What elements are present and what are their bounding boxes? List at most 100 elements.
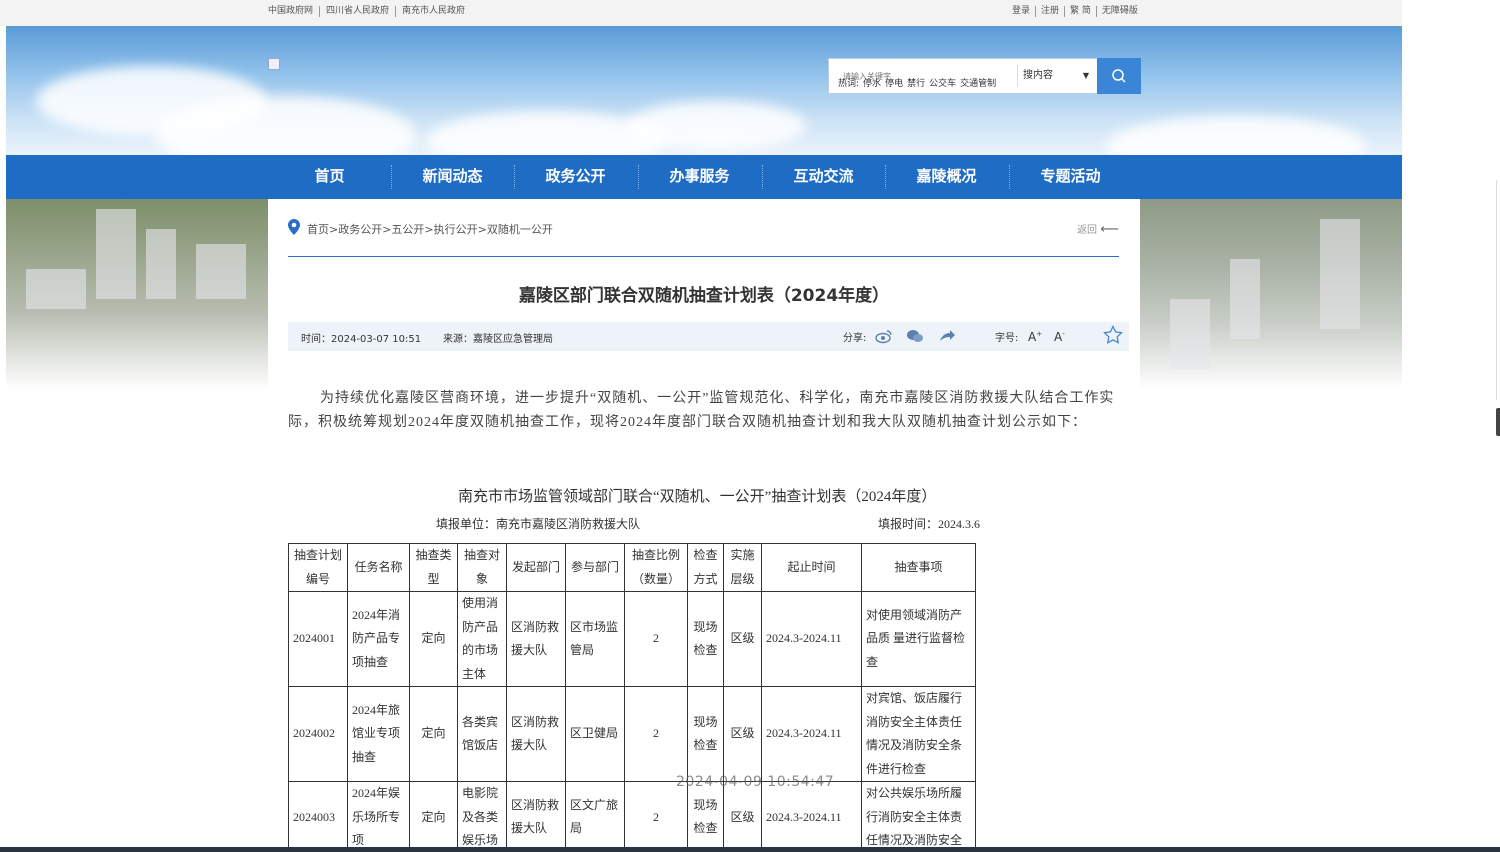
table-cell: 定向 (409, 686, 458, 782)
location-pin-icon (288, 219, 300, 235)
table-cell: 区文广旅局 (565, 781, 625, 852)
nav-services[interactable]: 办事服务 (638, 155, 761, 199)
table-cell: 对公共娱乐场所履行消防安全主体责任情况及消防安全 (861, 781, 976, 852)
table-cell: 现场检查 (687, 686, 724, 782)
table-cell: 区级 (723, 781, 762, 852)
table-cell: 2024年娱乐场所专项 (347, 781, 410, 852)
col-header: 实施层级 (723, 543, 762, 592)
table-unit: 填报单位：南充市嘉陵区消防救援大队 (436, 517, 641, 531)
search-button[interactable] (1097, 58, 1141, 94)
search-scope-label: 搜内容 (1023, 70, 1053, 81)
col-header: 参与部门 (565, 543, 625, 592)
col-header: 抽查比例（数量） (624, 543, 688, 592)
table-cell: 电影院及各类娱乐场 (457, 781, 507, 852)
table-cell: 定向 (409, 591, 458, 687)
nav-jialing-overview[interactable]: 嘉陵概况 (885, 155, 1008, 199)
site-logo[interactable] (268, 58, 280, 70)
col-header: 抽查计划编号 (288, 543, 348, 592)
arrow-left-icon: ⟵ (1100, 222, 1119, 237)
table-header-row: 抽查计划编号 任务名称 抽查类型 抽查对象 发起部门 参与部门 抽查比例（数量）… (288, 543, 976, 592)
hotword-link[interactable]: 禁行 (907, 76, 925, 89)
fontsize-label: 字号: (995, 333, 1019, 344)
back-label: 返回 (1077, 225, 1097, 236)
table-row: 2024001 2024年消防产品专项抽查 定向 使用消防产品的市场主体 区消防… (288, 591, 976, 687)
city-photo-left (6, 199, 268, 389)
article-meta-bar: 时间：2024-03-07 10:51 来源：嘉陵区应急管理局 分享: 字号: … (288, 322, 1129, 351)
share-label: 分享: (843, 333, 867, 344)
forward-share-icon[interactable] (938, 328, 956, 344)
col-header: 抽查对象 (457, 543, 507, 592)
article-container: 首页>政务公开>五公开>执行公开>双随机一公开 返回 ⟵ 嘉陵区部门联合双随机抽… (268, 199, 1140, 852)
table-cell: 2 (624, 686, 688, 782)
hotword-link[interactable]: 停电 (885, 76, 903, 89)
side-panel-edge (1496, 180, 1500, 400)
col-header: 抽查类型 (409, 543, 458, 592)
font-increase-button[interactable]: A+ (1028, 330, 1042, 344)
hotword-link[interactable]: 停水 (863, 76, 881, 89)
hotword-link[interactable]: 公交车 (929, 76, 956, 89)
table-cell: 区卫健局 (565, 686, 625, 782)
traditional-simplified-toggle[interactable]: 繁 简 (1065, 6, 1097, 17)
table-cell: 使用消防产品的市场主体 (457, 591, 507, 687)
col-header: 发起部门 (506, 543, 566, 592)
table-cell: 2024.3-2024.11 (761, 591, 862, 687)
table-cell: 对宾馆、饭店履行消防安全主体责任情况及消防安全条件进行检查 (861, 686, 976, 782)
register-link[interactable]: 注册 (1036, 6, 1066, 17)
hotwords-label: 热词: (838, 79, 860, 89)
article-body: 为持续优化嘉陵区营商环境，进一步提升“双随机、一公开”监管规范化、科学化，南充市… (288, 391, 1115, 430)
table-title: 南充市市场监管领域部门联合“双随机、一公开”抽查计划表（2024年度） (458, 489, 937, 505)
article-source: 来源：嘉陵区应急管理局 (443, 334, 553, 345)
article-title: 嘉陵区部门联合双随机抽查计划表（2024年度） (518, 286, 890, 306)
table-cell: 2024003 (288, 781, 348, 852)
header-banner: 搜内容 ▼ (6, 26, 1402, 155)
table-cell: 现场检查 (687, 591, 724, 687)
table-cell: 2024年消防产品专项抽查 (347, 591, 410, 687)
table-date: 填报时间：2024.3.6 (878, 517, 981, 531)
nav-home[interactable]: 首页 (268, 155, 391, 199)
table-cell: 2024.3-2024.11 (761, 781, 862, 852)
table-cell: 各类宾馆饭店 (457, 686, 507, 782)
col-header: 检查方式 (687, 543, 724, 592)
table-cell: 区消防救援大队 (506, 781, 566, 852)
col-header: 任务名称 (347, 543, 410, 592)
favorite-star-icon[interactable] (1103, 325, 1123, 345)
link-gov-cn[interactable]: 中国政府网 (268, 6, 321, 17)
side-panel-handle[interactable] (1496, 408, 1500, 436)
table-cell: 2024001 (288, 591, 348, 687)
font-decrease-button[interactable]: A- (1054, 330, 1065, 344)
publish-time: 时间：2024-03-07 10:51 (301, 334, 422, 345)
link-nanchong-gov[interactable]: 南充市人民政府 (396, 6, 471, 17)
col-header: 抽查事项 (861, 543, 976, 592)
taskbar-strip (0, 847, 1500, 852)
top-bar (0, 0, 1402, 26)
nav-special-topics[interactable]: 专题活动 (1009, 155, 1132, 199)
search-icon (1112, 69, 1126, 83)
breadcrumb[interactable]: 首页>政务公开>五公开>执行公开>双随机一公开 (307, 221, 553, 237)
login-link[interactable]: 登录 (1012, 6, 1037, 17)
search-scope-select[interactable]: 搜内容 ▼ (1017, 65, 1097, 87)
link-sichuan-gov[interactable]: 四川省人民政府 (320, 6, 397, 17)
nav-interaction[interactable]: 互动交流 (762, 155, 885, 199)
weibo-icon[interactable] (875, 328, 893, 344)
accessibility-link[interactable]: 无障碍版 (1097, 6, 1143, 17)
table-row: 2024002 2024年旅馆业专项抽查 定向 各类宾馆饭店 区消防救援大队 区… (288, 686, 976, 782)
table-cell: 区市场监管局 (565, 591, 625, 687)
wechat-icon[interactable] (906, 328, 924, 344)
top-links: 中国政府网 四川省人民政府 南充市人民政府 (268, 6, 471, 17)
table-cell: 区消防救援大队 (506, 591, 566, 687)
divider (288, 256, 1119, 257)
screenshot-timestamp: 2024-04-09 10:54:47 (676, 774, 835, 790)
table-cell: 2024.3-2024.11 (761, 686, 862, 782)
main-nav: 首页 新闻动态 政务公开 办事服务 互动交流 嘉陵概况 专题活动 (6, 155, 1402, 206)
table-cell: 区消防救援大队 (506, 686, 566, 782)
table-row: 2024003 2024年娱乐场所专项 定向 电影院及各类娱乐场 区消防救援大队… (288, 781, 976, 852)
nav-news[interactable]: 新闻动态 (391, 155, 514, 199)
table-cell: 现场检查 (687, 781, 724, 852)
table-cell: 2 (624, 781, 688, 852)
inspection-plan-table: 抽查计划编号 任务名称 抽查类型 抽查对象 发起部门 参与部门 抽查比例（数量）… (288, 543, 976, 852)
nav-government-affairs[interactable]: 政务公开 (514, 155, 637, 199)
hotword-link[interactable]: 交通管制 (960, 76, 996, 89)
chevron-down-icon: ▼ (1082, 71, 1089, 80)
table-cell: 2 (624, 591, 688, 687)
back-button[interactable]: 返回 ⟵ (1077, 221, 1119, 237)
